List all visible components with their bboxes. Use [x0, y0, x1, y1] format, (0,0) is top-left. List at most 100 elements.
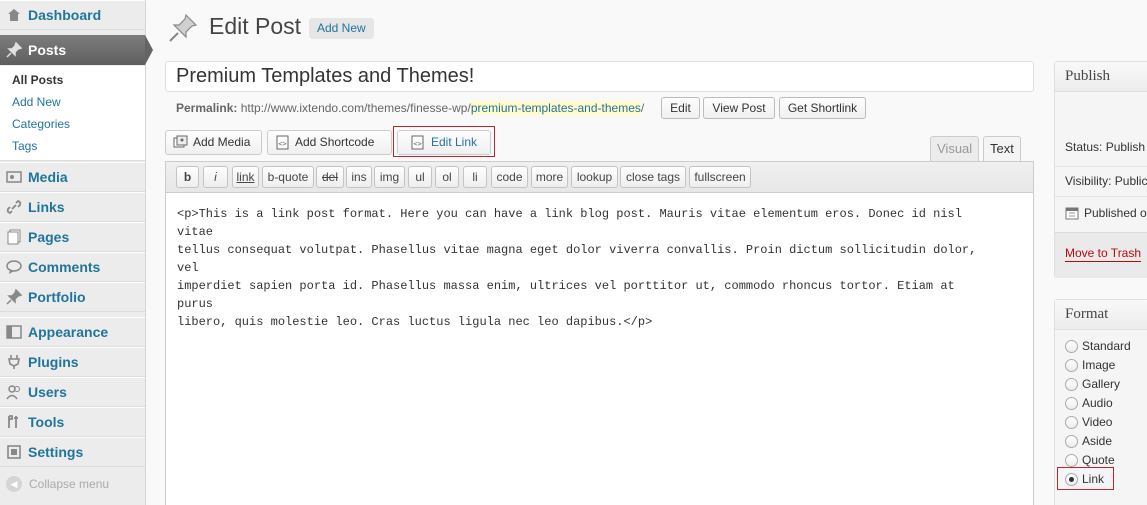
pages-icon — [5, 228, 23, 246]
users-icon — [5, 383, 23, 401]
format-option-video[interactable]: Video — [1065, 415, 1112, 429]
link-icon — [5, 198, 23, 216]
svg-text:<>: <> — [278, 140, 286, 148]
qt-del-button[interactable]: del — [316, 166, 344, 188]
pushpin-icon — [5, 288, 23, 306]
qt-more-button[interactable]: more — [531, 166, 568, 188]
add-media-button[interactable]: Add Media — [165, 130, 262, 155]
menu-portfolio[interactable]: Portfolio — [0, 282, 145, 312]
format-label: Image — [1082, 358, 1116, 372]
menu-label: Portfolio — [28, 289, 86, 305]
editor[interactable]: b i link b-quote del ins img ul ol li co… — [165, 161, 1034, 505]
comments-icon — [5, 258, 23, 276]
permalink-tail: / — [640, 101, 645, 115]
menu-label: Tools — [28, 414, 65, 430]
menu-label: Settings — [28, 444, 84, 460]
qt-close-tags-button[interactable]: close tags — [620, 166, 686, 188]
quicktags-toolbar: b i link b-quote del ins img ul ol li co… — [166, 162, 1033, 193]
qt-bold-button[interactable]: b — [176, 166, 199, 188]
radio-button[interactable] — [1065, 415, 1078, 429]
qt-ul-button[interactable]: ul — [408, 166, 432, 188]
qt-img-button[interactable]: img — [374, 166, 405, 188]
post-title-input[interactable]: Premium Templates and Themes! — [165, 61, 1034, 92]
radio-button[interactable] — [1065, 396, 1078, 410]
post-status: Status: Publish — [1065, 140, 1145, 154]
qt-ol-button[interactable]: ol — [435, 166, 459, 188]
link-doc-icon: <> — [411, 135, 424, 150]
menu-comments[interactable]: Comments — [0, 252, 145, 282]
menu-dashboard[interactable]: Dashboard — [0, 0, 145, 30]
menu-label: Plugins — [28, 354, 79, 370]
post-visibility: Visibility: Public — [1065, 174, 1147, 188]
published-text: Published o — [1084, 206, 1147, 220]
qt-lookup-button[interactable]: lookup — [571, 166, 618, 188]
add-new-button[interactable]: Add New — [309, 18, 374, 39]
add-shortcode-button[interactable]: <> Add Shortcode — [267, 130, 392, 155]
collapse-arrow-icon: ◀ — [6, 476, 22, 492]
add-shortcode-label: Add Shortcode — [295, 135, 375, 149]
publish-box-title: Publish — [1055, 62, 1147, 92]
menu-media[interactable]: Media — [0, 162, 145, 192]
menu-links[interactable]: Links — [0, 192, 145, 222]
format-option-image[interactable]: Image — [1065, 358, 1115, 372]
move-to-trash-link[interactable]: Move to Trash — [1065, 246, 1142, 262]
media-icon — [5, 168, 23, 186]
menu-pages[interactable]: Pages — [0, 222, 145, 252]
menu-label: Media — [28, 169, 68, 185]
get-shortlink-button[interactable]: Get Shortlink — [779, 97, 866, 119]
view-post-button[interactable]: View Post — [703, 97, 775, 119]
menu-plugins[interactable]: Plugins — [0, 347, 145, 377]
svg-text:<>: <> — [413, 140, 421, 148]
submenu-all-posts[interactable]: All Posts — [12, 73, 63, 87]
content-line: tellus consequat volutpat. Phasellus vit… — [177, 243, 977, 275]
format-option-audio[interactable]: Audio — [1065, 396, 1113, 410]
format-option-aside[interactable]: Aside — [1065, 434, 1112, 448]
permalink-slug[interactable]: premium-templates-and-themes — [470, 101, 641, 115]
menu-users[interactable]: Users — [0, 377, 145, 407]
radio-button[interactable] — [1065, 358, 1078, 372]
format-option-standard[interactable]: Standard — [1065, 339, 1131, 353]
menu-label: Posts — [28, 42, 67, 58]
submenu-tags[interactable]: Tags — [12, 139, 37, 153]
qt-fullscreen-button[interactable]: fullscreen — [689, 166, 751, 188]
posts-submenu: All Posts Add New Categories Tags — [0, 66, 145, 161]
submenu-categories[interactable]: Categories — [12, 117, 70, 131]
qt-italic-button[interactable]: i — [203, 166, 228, 188]
qt-ins-button[interactable]: ins — [346, 166, 372, 188]
edit-link-button[interactable]: <> Edit Link — [397, 130, 491, 155]
divider — [1055, 166, 1147, 167]
tab-text[interactable]: Text — [983, 136, 1021, 161]
menu-posts[interactable]: Posts — [0, 35, 153, 65]
collapse-menu-button[interactable]: ◀ Collapse menu — [6, 476, 109, 492]
menu-tools[interactable]: Tools — [0, 407, 145, 437]
qt-code-button[interactable]: code — [491, 166, 528, 188]
format-box-title: Format — [1055, 300, 1147, 330]
dashboard-icon — [5, 6, 23, 24]
qt-li-button[interactable]: li — [463, 166, 487, 188]
calendar-icon — [1065, 207, 1079, 220]
post-content-textarea[interactable]: <p>This is a link post format. Here you … — [177, 205, 997, 331]
format-label: Video — [1082, 415, 1113, 429]
status-text: Status: Publish — [1065, 140, 1146, 154]
published-date: Published o — [1065, 206, 1147, 220]
content-line: imperdiet sapien porta id. Phasellus mas… — [177, 279, 955, 311]
radio-button[interactable] — [1065, 453, 1078, 467]
qt-bquote-button[interactable]: b-quote — [262, 166, 314, 188]
menu-label: Comments — [28, 259, 101, 275]
edit-permalink-button[interactable]: Edit — [661, 97, 700, 119]
submenu-add-new[interactable]: Add New — [12, 95, 61, 109]
format-option-gallery[interactable]: Gallery — [1065, 377, 1120, 391]
pushpin-icon — [169, 13, 198, 42]
radio-button[interactable] — [1065, 434, 1078, 448]
edit-link-label: Edit Link — [431, 135, 478, 149]
admin-sidebar: Dashboard Posts All Posts Add New Catego… — [0, 0, 153, 505]
tab-visual[interactable]: Visual — [930, 136, 980, 161]
format-option-quote[interactable]: Quote — [1065, 453, 1115, 467]
collapse-label: Collapse menu — [29, 477, 110, 491]
menu-appearance[interactable]: Appearance — [0, 317, 145, 347]
permalink-label: Permalink: — [176, 101, 238, 115]
qt-link-button[interactable]: link — [232, 166, 259, 188]
radio-button[interactable] — [1065, 339, 1078, 353]
menu-settings[interactable]: Settings — [0, 437, 145, 467]
radio-button[interactable] — [1065, 377, 1078, 391]
